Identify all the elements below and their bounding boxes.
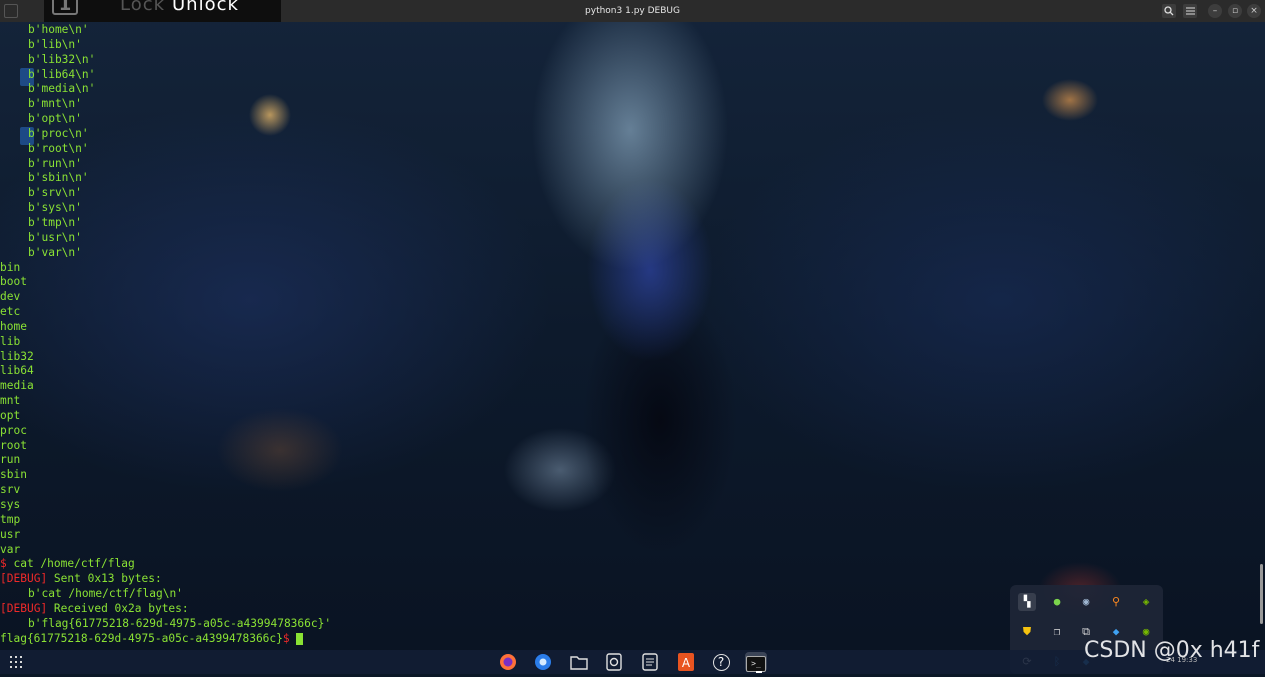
byte-line: b'sys\n': [28, 201, 82, 215]
listing-line: srv: [0, 483, 21, 497]
minimize-icon[interactable]: –: [1208, 4, 1222, 18]
text-cursor: [296, 632, 304, 645]
app-store-icon[interactable]: A: [675, 652, 697, 672]
listing-line: var: [0, 542, 21, 556]
terminal-titlebar: 1 Lock Unlock python3 1.py DEBUG – ▫ ×: [0, 0, 1265, 22]
flag-text: flag{61775218-629d-4975-a05c-a4399478366…: [0, 631, 283, 645]
debug-tag: DEBUG: [6, 572, 41, 586]
command-text: cat /home/ctf/flag: [6, 557, 135, 571]
watermark: CSDN @0x h41f: [1084, 638, 1260, 663]
listing-line: lib: [0, 334, 21, 348]
wechat-icon[interactable]: ●: [1048, 593, 1066, 611]
debug-bracket: [: [0, 572, 7, 586]
byte-line: b'media\n': [28, 82, 96, 96]
byte-line: b'root\n': [28, 141, 89, 155]
byte-line: b'sbin\n': [28, 171, 89, 185]
terminal-glyph: >_: [746, 656, 766, 672]
byte-line: b'mnt\n': [28, 97, 82, 111]
byte-line: b'proc\n': [28, 126, 89, 140]
command-line: $ cat /home/ctf/flag: [0, 557, 1265, 572]
svg-text:A: A: [682, 656, 691, 670]
byte-line: b'home\n': [28, 23, 89, 36]
debug-bracket: [: [0, 601, 7, 615]
active-indicator: [756, 671, 762, 673]
listing-line: lib32: [0, 349, 34, 363]
hamburger-icon[interactable]: [1183, 4, 1197, 18]
directory-listing-block: bin boot dev etc home lib lib32 lib64 media mnt op…: [0, 261, 1265, 558]
media-icon[interactable]: [603, 652, 625, 672]
listing-line: home: [0, 319, 27, 333]
listing-line: sys: [0, 498, 21, 511]
close-icon[interactable]: ×: [1247, 4, 1261, 18]
byte-line: b'lib\n': [28, 37, 82, 51]
listing-line: lib64: [0, 364, 34, 378]
maximize-icon[interactable]: ▫: [1228, 4, 1242, 18]
search-tool-icon[interactable]: ⚲: [1107, 593, 1125, 611]
text-editor-icon[interactable]: [639, 652, 661, 672]
byte-line: b'lib32\n': [28, 52, 96, 66]
byte-line: b'srv\n': [28, 186, 82, 200]
byte-line: b'lib64\n': [28, 67, 96, 81]
help-glyph: ?: [712, 654, 730, 671]
nvidia-icon[interactable]: ◈: [1137, 593, 1155, 611]
byte-line: b'usr\n': [28, 230, 82, 244]
debug-sent-message: Sent 0x13 bytes:: [47, 572, 162, 586]
byte-lines-block: b'home\n' b'lib\n' b'lib32\n' b'lib64\n' b'm…: [0, 23, 1265, 261]
listing-line: sbin: [0, 468, 27, 482]
terminal-scrollbar[interactable]: [1260, 564, 1263, 624]
debug-tag: DEBUG: [6, 601, 41, 615]
listing-line: usr: [0, 527, 21, 541]
firefox-icon[interactable]: [497, 652, 519, 672]
byte-line: b'run\n': [28, 156, 82, 170]
files-icon[interactable]: [568, 652, 590, 672]
byte-line: b'tmp\n': [28, 215, 82, 229]
browser-icon[interactable]: [532, 652, 554, 672]
terminal-icon[interactable]: >_: [745, 652, 767, 672]
listing-line: bin: [0, 260, 21, 274]
byte-line: b'var\n': [28, 245, 82, 259]
steam-icon[interactable]: ◉: [1077, 593, 1095, 611]
listing-line: root: [0, 438, 27, 452]
listing-line: boot: [0, 275, 27, 289]
taskbar-dock: A ? >_: [0, 650, 1265, 674]
listing-line: tmp: [0, 512, 21, 526]
window-title: python3 1.py DEBUG: [585, 6, 680, 16]
prompt-symbol: $: [0, 557, 7, 571]
debug-received-message: Received 0x2a bytes:: [47, 601, 189, 615]
listing-line: etc: [0, 305, 21, 319]
copy-icon[interactable]: ❐: [1048, 623, 1066, 641]
listing-line: run: [0, 453, 21, 467]
listing-line: mnt: [0, 394, 21, 408]
apps-grid-icon[interactable]: [10, 656, 22, 668]
listing-line: dev: [0, 290, 21, 304]
shield-icon[interactable]: ⛊: [1018, 623, 1036, 641]
terminal-output[interactable]: b'home\n' b'lib\n' b'lib32\n' b'lib64\n' b'm…: [0, 23, 1265, 650]
search-icon[interactable]: [1162, 4, 1176, 18]
help-icon[interactable]: ?: [710, 652, 732, 672]
listing-line: media: [0, 379, 34, 393]
pin-icon[interactable]: ▚: [1018, 593, 1036, 611]
byte-line: b'opt\n': [28, 112, 82, 126]
listing-line: proc: [0, 423, 27, 437]
listing-line: opt: [0, 408, 21, 422]
final-prompt: $: [282, 631, 297, 645]
